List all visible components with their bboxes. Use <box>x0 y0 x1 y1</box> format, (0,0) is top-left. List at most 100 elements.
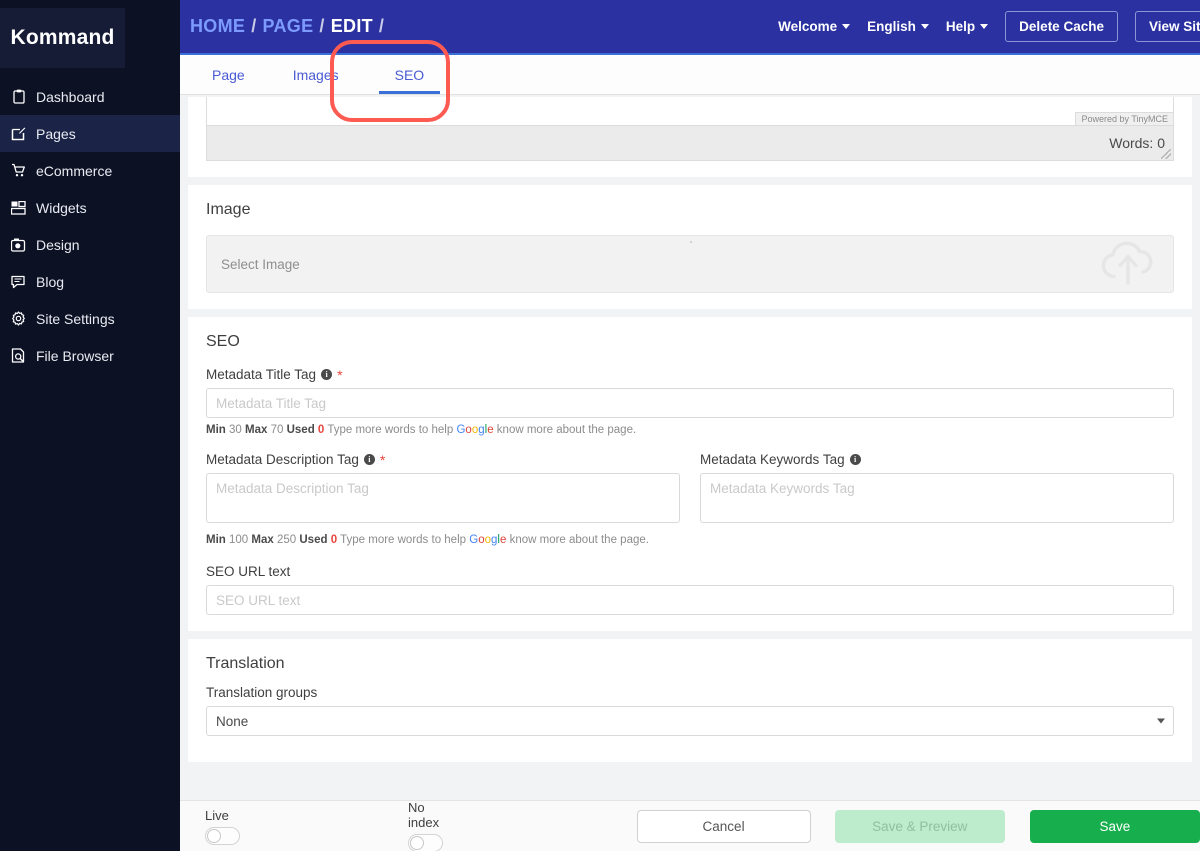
editor-status-bar: Words: 0 <box>207 125 1173 160</box>
breadcrumb: HOME / PAGE / EDIT / <box>190 16 384 37</box>
sidebar-item-label: Pages <box>36 125 76 142</box>
save-button[interactable]: Save <box>1029 809 1200 843</box>
metadata-title-label-text: Metadata Title Tag <box>206 367 317 382</box>
image-dropzone[interactable]: Select Image <box>206 235 1174 293</box>
hint-text-before: Type more words to help <box>327 424 454 436</box>
breadcrumb-separator: / <box>319 16 325 36</box>
help-menu-label: Help <box>945 19 976 34</box>
sidebar-item-site-settings[interactable]: Site Settings <box>0 300 180 337</box>
min-value: 30 <box>229 424 242 436</box>
sidebar-item-label: Site Settings <box>36 310 115 327</box>
sidebar-item-widgets[interactable]: Widgets <box>0 189 180 226</box>
max-value: 250 <box>276 534 297 546</box>
min-label: Min <box>206 424 226 436</box>
topbar-actions: Welcome English Help Delete Cache View S… <box>778 11 1200 42</box>
chevron-down-icon <box>920 24 929 29</box>
info-icon[interactable]: i <box>321 369 333 380</box>
sidebar-item-blog[interactable]: Blog <box>0 263 180 300</box>
translation-groups-value: None <box>216 713 249 729</box>
metadata-title-label: Metadata Title Tag i * <box>206 367 1174 382</box>
translation-panel: Translation Translation groups None <box>188 639 1192 762</box>
live-toggle[interactable] <box>205 826 240 845</box>
sidebar: Kommand Dashboard Pages eCommerce Widget… <box>0 0 180 851</box>
used-label: Used <box>299 534 328 546</box>
translation-section-title: Translation <box>206 655 285 672</box>
max-label: Max <box>251 534 274 546</box>
metadata-keywords-label-text: Metadata Keywords Tag <box>700 452 845 467</box>
sidebar-item-label: eCommerce <box>36 162 113 179</box>
view-site-button[interactable]: View Site <box>1134 11 1200 42</box>
tab-seo[interactable]: SEO <box>365 55 455 94</box>
image-panel: Image Select Image <box>188 185 1192 309</box>
sidebar-item-ecommerce[interactable]: eCommerce <box>0 152 180 189</box>
editor-content-area[interactable]: Powered by TinyMCE <box>207 97 1173 125</box>
toggle-knob <box>410 836 424 850</box>
description-column: Metadata Description Tag i * Min 100 Max… <box>206 452 680 546</box>
tab-images[interactable]: Images <box>267 55 365 94</box>
tinymce-editor[interactable]: Powered by TinyMCE Words: 0 <box>206 97 1174 161</box>
toggle-knob <box>207 828 221 843</box>
sidebar-item-dashboard[interactable]: Dashboard <box>0 78 180 115</box>
breadcrumb-home[interactable]: HOME <box>190 16 245 37</box>
seo-url-label: SEO URL text <box>206 564 1174 579</box>
welcome-menu-label: Welcome <box>778 19 838 34</box>
min-value: 100 <box>229 534 249 546</box>
breadcrumb-separator: / <box>378 16 385 36</box>
sidebar-item-file-browser[interactable]: File Browser <box>0 337 180 374</box>
google-wordmark: Google <box>456 424 494 436</box>
language-menu[interactable]: English <box>867 19 929 34</box>
tinymce-branding: Powered by TinyMCE <box>1075 112 1173 125</box>
seo-url-label-text: SEO URL text <box>206 564 291 579</box>
tab-label: Page <box>212 66 245 83</box>
delete-cache-button[interactable]: Delete Cache <box>1005 11 1118 42</box>
metadata-description-label: Metadata Description Tag i * <box>206 452 680 467</box>
sidebar-item-design[interactable]: Design <box>0 226 180 263</box>
topbar: HOME / PAGE / EDIT / Welcome English Hel… <box>180 0 1200 55</box>
app-logo[interactable]: Kommand <box>0 8 125 68</box>
cancel-button[interactable]: Cancel <box>636 809 811 843</box>
gear-icon <box>10 310 27 327</box>
metadata-keywords-input[interactable] <box>700 473 1174 523</box>
used-value: 0 <box>330 534 338 546</box>
clipboard-icon <box>10 88 27 105</box>
google-wordmark: Google <box>469 534 507 546</box>
live-toggle-group: Live <box>205 808 240 845</box>
comment-icon <box>10 273 27 290</box>
noindex-toggle[interactable] <box>408 834 443 851</box>
breadcrumb-page[interactable]: PAGE <box>263 16 314 37</box>
sidebar-item-pages[interactable]: Pages <box>0 115 180 152</box>
tab-label: Images <box>292 66 339 83</box>
welcome-menu[interactable]: Welcome <box>778 19 851 34</box>
resize-handle-icon[interactable] <box>1161 149 1171 159</box>
chevron-down-icon <box>842 24 851 29</box>
select-image-label: Select Image <box>221 256 300 272</box>
used-label: Used <box>286 424 315 436</box>
metadata-description-label-text: Metadata Description Tag <box>206 452 359 467</box>
metadata-description-hint: Min 100 Max 250 Used 0 Type more words t… <box>206 534 680 546</box>
info-icon[interactable]: i <box>849 454 861 465</box>
save-preview-button[interactable]: Save & Preview <box>834 809 1005 843</box>
word-count: Words: 0 <box>1109 135 1165 151</box>
max-value: 70 <box>270 424 284 436</box>
cloud-upload-icon <box>1097 239 1159 290</box>
sidebar-item-label: Dashboard <box>36 88 105 105</box>
app-logo-text: Kommand <box>10 26 115 49</box>
translation-groups-select[interactable]: None <box>206 706 1174 736</box>
noindex-toggle-group: No index <box>408 800 457 851</box>
noindex-toggle-label: No index <box>408 800 440 830</box>
translation-groups-label: Translation groups <box>206 685 1174 700</box>
tab-page[interactable]: Page <box>190 55 267 94</box>
content-scroll-area[interactable]: Powered by TinyMCE Words: 0 Image Select… <box>180 97 1200 851</box>
palette-icon <box>10 236 27 253</box>
used-value: 0 <box>317 424 325 436</box>
metadata-title-input[interactable] <box>206 388 1174 418</box>
live-toggle-label: Live <box>205 807 229 823</box>
help-menu[interactable]: Help <box>945 19 989 34</box>
language-menu-label: English <box>867 19 916 34</box>
breadcrumb-separator: / <box>251 16 257 36</box>
info-icon[interactable]: i <box>363 454 375 465</box>
seo-url-input[interactable] <box>206 585 1174 615</box>
metadata-description-input[interactable] <box>206 473 680 523</box>
footer-bar: Live No index Cancel Save & Preview Save <box>180 800 1200 851</box>
dropzone-marker <box>690 241 692 243</box>
